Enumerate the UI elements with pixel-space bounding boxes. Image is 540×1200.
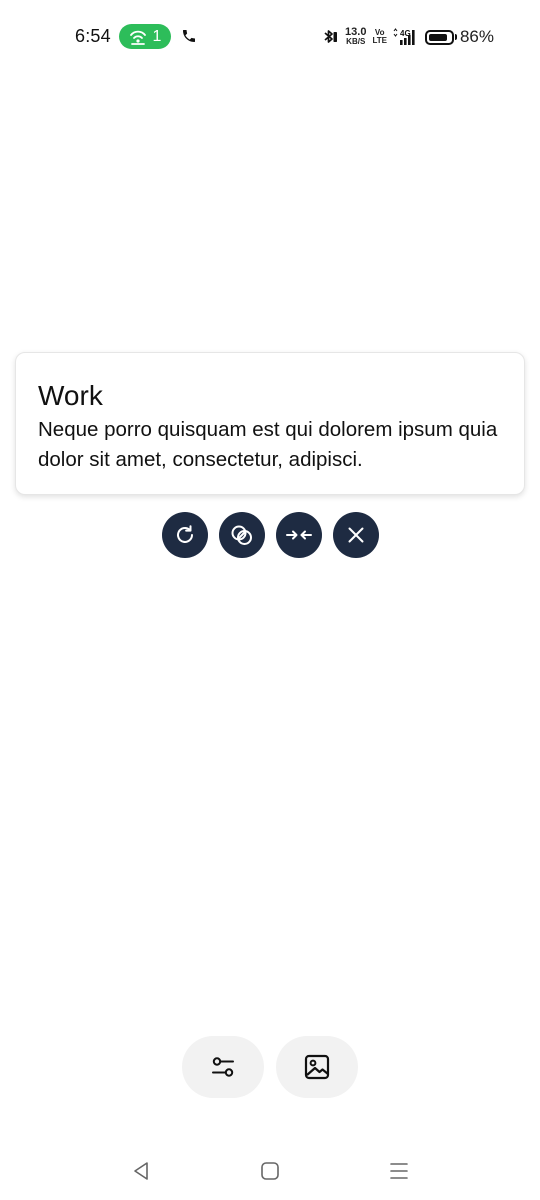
note-card[interactable]: Work Neque porro quisquam est qui dolore…: [15, 352, 525, 495]
hotspot-icon: [129, 30, 146, 45]
note-title: Work: [38, 380, 103, 411]
home-square-icon: [261, 1162, 279, 1180]
hotspot-count: 1: [152, 27, 162, 45]
recents-lines-icon: [390, 1163, 408, 1179]
battery-icon: [424, 29, 454, 45]
volte-indicator: Vo LTE: [372, 29, 387, 45]
battery-indicator: 86%: [424, 27, 494, 47]
bluetooth-icon: [324, 30, 338, 43]
close-button[interactable]: [333, 512, 379, 558]
battery-fill: [428, 33, 448, 41]
add-image-button[interactable]: [276, 1036, 358, 1098]
image-icon: [304, 1054, 330, 1080]
nav-recents-button[interactable]: [384, 1156, 414, 1186]
volte-bottom: LTE: [372, 36, 387, 45]
sliders-icon: [212, 1057, 234, 1077]
close-icon: [348, 527, 364, 543]
refresh-icon: [177, 525, 193, 543]
call-icon: [183, 30, 195, 42]
battery-percent: 86%: [459, 27, 494, 46]
hotspot-indicator[interactable]: 1: [119, 24, 171, 49]
status-bar: 6:54 1 13.0 KB/S Vo LTE 4G 86%: [0, 0, 540, 72]
nav-home-button[interactable]: [255, 1156, 285, 1186]
filter-button[interactable]: [182, 1036, 264, 1098]
nav-back-button[interactable]: [126, 1156, 156, 1186]
merge-button[interactable]: [276, 512, 322, 558]
overlap-icon: [231, 525, 252, 545]
back-triangle-icon: [134, 1162, 148, 1180]
status-time: 6:54: [75, 26, 111, 46]
network-speed: 13.0 KB/S: [345, 26, 367, 47]
note-actions: [162, 512, 379, 558]
refresh-button[interactable]: [162, 512, 208, 558]
status-right-cluster: 13.0 KB/S Vo LTE 4G 86%: [321, 24, 494, 50]
network-speed-value: 13.0: [345, 26, 367, 38]
system-nav-bar: [0, 1140, 540, 1200]
merge-arrows-icon: [286, 530, 312, 540]
overlap-button[interactable]: [219, 512, 265, 558]
signal-4g-icon: 4G: [393, 28, 415, 45]
network-speed-unit: KB/S: [346, 37, 366, 46]
note-body: Neque porro quisquam est qui dolorem ips…: [38, 418, 498, 471]
